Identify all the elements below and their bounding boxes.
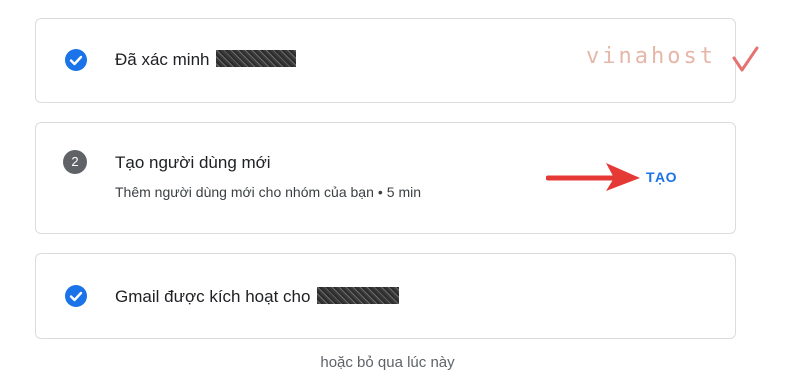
step-title: Tạo người dùng mới [115,153,271,172]
separator-dot: • [377,184,383,200]
arrow-right-icon [546,163,640,191]
skip-for-now-link[interactable]: hoặc bỏ qua lúc này [0,354,775,371]
step-title: Đã xác minh [115,50,210,69]
watermark-check-icon [732,46,759,72]
step-number-badge: 2 [63,150,87,174]
step-subtitle-row: Thêm người dùng mới cho nhóm của bạn • 5 m… [115,184,421,200]
redacted-domain [216,50,297,68]
step-title-row: Gmail được kích hoạt cho [115,287,400,307]
create-user-button[interactable]: TẠO [646,169,677,185]
step-card-gmail-activated: Gmail được kích hoạt cho [35,253,736,339]
check-circle-icon [65,285,87,307]
step-duration: 5 min [386,184,422,200]
step-card-create-user: 2 Tạo người dùng mới Thêm người dùng mới… [35,122,736,234]
redacted-domain [317,287,400,305]
step-title: Gmail được kích hoạt cho [115,287,311,306]
step-subtitle: Thêm người dùng mới cho nhóm của bạn [115,184,374,200]
watermark-logo: vinahost [586,44,716,69]
step-title-row: Đã xác minh [115,50,297,70]
check-circle-icon [65,49,87,71]
